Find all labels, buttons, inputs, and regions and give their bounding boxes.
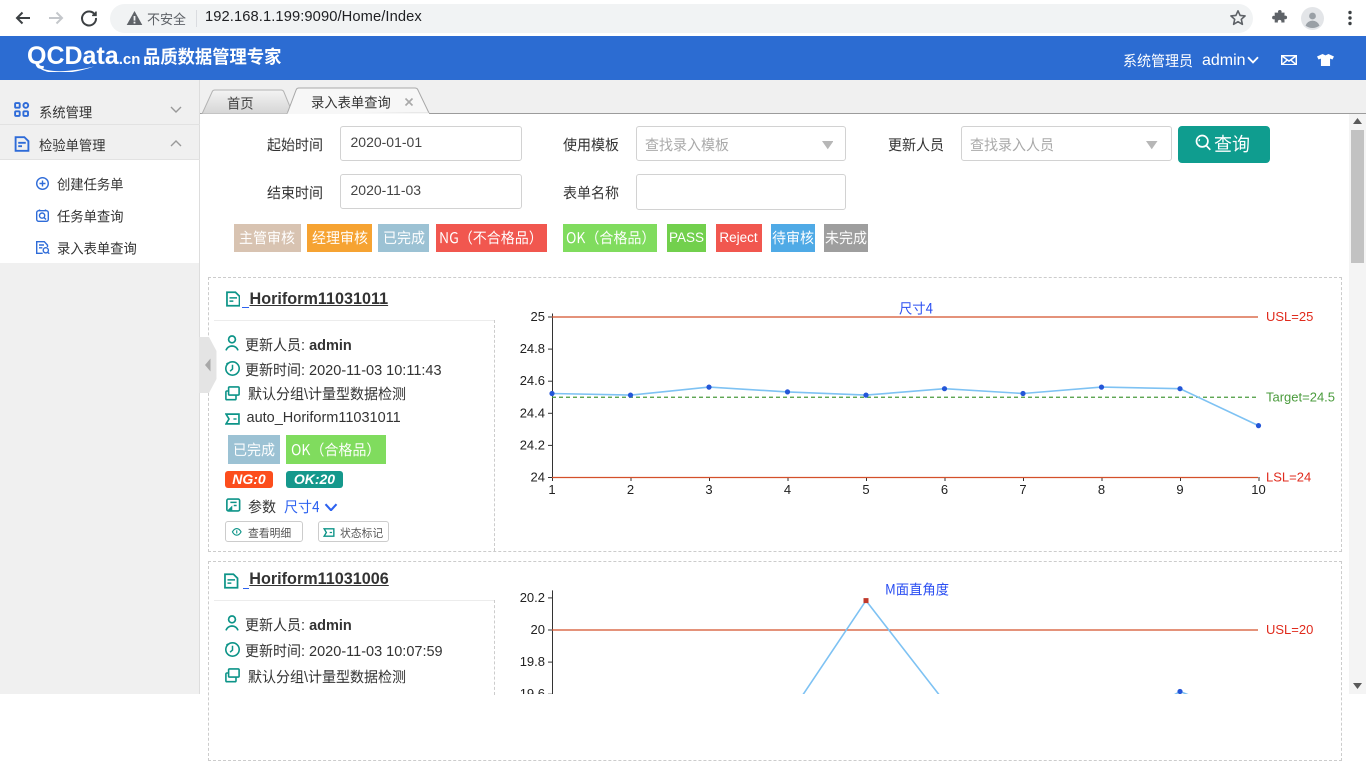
- svg-text:24.8: 24.8: [520, 341, 545, 356]
- svg-text:5: 5: [862, 482, 869, 497]
- svg-text:USL=25: USL=25: [1266, 309, 1313, 324]
- svg-text:2: 2: [627, 482, 634, 497]
- svg-text:20: 20: [531, 622, 545, 637]
- svg-text:Target=24.5: Target=24.5: [1266, 389, 1335, 404]
- svg-text:9: 9: [1176, 482, 1183, 497]
- svg-text:7: 7: [1019, 482, 1026, 497]
- svg-text:LSL=24: LSL=24: [1266, 470, 1311, 485]
- svg-text:3: 3: [705, 482, 712, 497]
- svg-text:USL=20: USL=20: [1266, 622, 1313, 637]
- svg-text:19.6: 19.6: [520, 686, 545, 694]
- svg-text:1: 1: [548, 482, 555, 497]
- svg-text:8: 8: [1098, 482, 1105, 497]
- svg-text:4: 4: [784, 482, 791, 497]
- svg-text:24.6: 24.6: [520, 373, 545, 388]
- svg-text:24: 24: [531, 470, 545, 485]
- svg-text:19.8: 19.8: [520, 654, 545, 669]
- svg-text:10: 10: [1251, 482, 1265, 497]
- svg-text:25: 25: [531, 309, 545, 324]
- svg-text:6: 6: [941, 482, 948, 497]
- svg-text:24.4: 24.4: [520, 405, 545, 420]
- svg-text:24.2: 24.2: [520, 437, 545, 452]
- svg-text:20.2: 20.2: [520, 590, 545, 605]
